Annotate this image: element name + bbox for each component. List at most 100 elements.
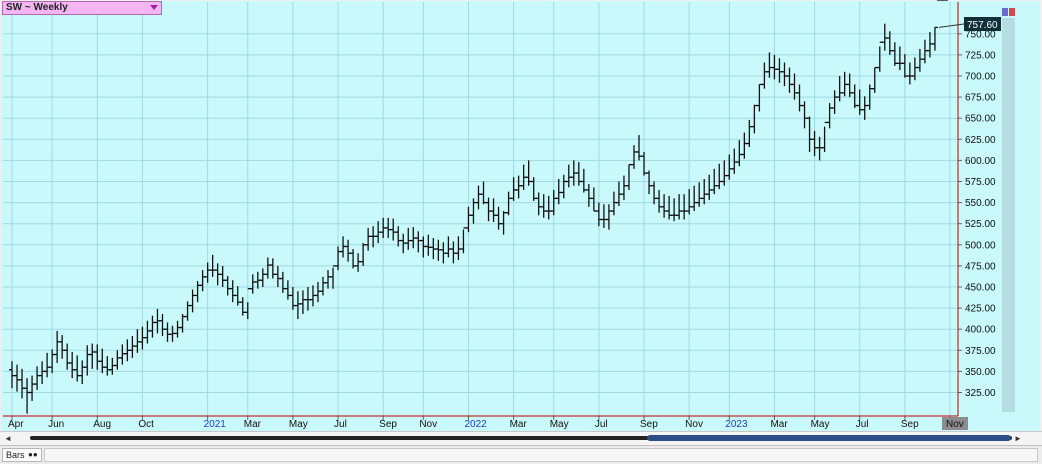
ohlc-bar[interactable] <box>134 329 141 353</box>
ohlc-bar[interactable] <box>846 73 853 98</box>
ohlc-bar[interactable] <box>104 356 111 376</box>
ohlc-bar[interactable] <box>741 132 748 159</box>
ohlc-bar[interactable] <box>395 226 402 247</box>
ohlc-bar[interactable] <box>445 236 452 258</box>
ohlc-bar[interactable] <box>184 301 191 321</box>
ohlc-bar[interactable] <box>731 148 738 174</box>
ohlc-bar[interactable] <box>360 243 367 266</box>
ohlc-bar[interactable] <box>149 315 156 338</box>
ohlc-bar[interactable] <box>54 330 61 363</box>
ohlc-bar[interactable] <box>555 178 562 205</box>
ohlc-bar[interactable] <box>29 375 36 401</box>
ohlc-bar[interactable] <box>129 335 136 358</box>
ohlc-bar[interactable] <box>666 195 673 220</box>
ohlc-bar[interactable] <box>781 62 788 87</box>
ohlc-bar[interactable] <box>164 322 171 342</box>
ohlc-bar[interactable] <box>691 185 698 212</box>
ohlc-bar[interactable] <box>791 73 798 100</box>
ohlc-bar[interactable] <box>279 271 286 293</box>
ohlc-bar[interactable] <box>921 39 928 64</box>
ohlc-bar[interactable] <box>565 164 572 188</box>
scroll-thumb[interactable] <box>647 435 1011 441</box>
ohlc-bar[interactable] <box>39 361 46 385</box>
ohlc-bar[interactable] <box>79 360 86 385</box>
ohlc-bar[interactable] <box>625 163 632 190</box>
ohlc-bar[interactable] <box>9 361 15 389</box>
ohlc-bar[interactable] <box>390 218 397 241</box>
ohlc-bar[interactable] <box>460 227 467 254</box>
ohlc-bar[interactable] <box>726 154 733 180</box>
ohlc-bar[interactable] <box>641 151 648 176</box>
ohlc-bar[interactable] <box>330 265 337 289</box>
ohlc-bar[interactable] <box>49 349 56 374</box>
ohlc-bar[interactable] <box>269 258 276 279</box>
ohlc-bar[interactable] <box>14 364 21 392</box>
ohlc-bar[interactable] <box>94 344 101 370</box>
ohlc-bar[interactable] <box>284 280 291 300</box>
ohlc-bar[interactable] <box>716 163 723 190</box>
ohlc-bar[interactable] <box>891 42 898 66</box>
ohlc-bar[interactable] <box>871 66 878 93</box>
ohlc-bar[interactable] <box>259 268 266 287</box>
ohlc-bar[interactable] <box>510 177 517 201</box>
ohlc-bar[interactable] <box>114 350 121 370</box>
ohlc-bar[interactable] <box>605 204 612 230</box>
ohlc-bar[interactable] <box>530 177 537 201</box>
ohlc-bar[interactable] <box>801 101 808 129</box>
ohlc-bar[interactable] <box>194 281 201 303</box>
ohlc-bar[interactable] <box>646 170 653 195</box>
ohlc-bar[interactable] <box>189 289 196 313</box>
ohlc-bar[interactable] <box>485 197 492 222</box>
ohlc-bar[interactable] <box>405 227 412 250</box>
ohlc-bar[interactable] <box>656 189 663 213</box>
ohlc-bar[interactable] <box>746 119 753 147</box>
ohlc-bar[interactable] <box>610 191 617 216</box>
ohlc-bar[interactable] <box>590 187 597 212</box>
ohlc-bar[interactable] <box>736 140 743 167</box>
ohlc-bar[interactable] <box>69 351 76 379</box>
ohlc-bar[interactable] <box>249 274 256 294</box>
horizontal-scrollbar[interactable]: ◄ ► <box>0 431 1042 445</box>
ohlc-bar[interactable] <box>59 335 66 359</box>
ohlc-bar[interactable] <box>325 270 332 289</box>
ohlc-bar[interactable] <box>335 246 342 271</box>
ohlc-bar[interactable] <box>806 116 813 152</box>
ohlc-bar[interactable] <box>886 31 893 55</box>
ohlc-bar[interactable] <box>851 84 858 109</box>
ohlc-bar[interactable] <box>630 145 637 169</box>
ohlc-bar[interactable] <box>681 194 688 220</box>
ohlc-bar[interactable] <box>159 314 166 336</box>
ohlc-bar[interactable] <box>671 198 678 222</box>
ohlc-bar[interactable] <box>831 90 838 114</box>
ohlc-bar[interactable] <box>74 355 81 382</box>
ohlc-bar[interactable] <box>24 378 31 414</box>
ohlc-bar[interactable] <box>294 291 301 320</box>
scroll-left-icon[interactable]: ◄ <box>4 434 12 443</box>
ohlc-bar[interactable] <box>289 287 296 310</box>
ohlc-bar[interactable] <box>821 121 828 152</box>
ohlc-bar[interactable] <box>515 175 522 199</box>
ohlc-bar[interactable] <box>796 84 803 112</box>
scroll-right-icon[interactable]: ► <box>1014 434 1022 443</box>
ohlc-bar[interactable] <box>495 206 502 230</box>
ohlc-bar[interactable] <box>480 181 487 205</box>
ohlc-bar[interactable] <box>901 54 908 78</box>
ohlc-bar[interactable] <box>651 181 658 205</box>
ohlc-bar[interactable] <box>926 32 933 58</box>
settings-icon[interactable] <box>1002 8 1008 16</box>
ohlc-bar[interactable] <box>500 211 507 235</box>
ohlc-bar[interactable] <box>89 343 96 369</box>
ohlc-bar[interactable] <box>896 46 903 71</box>
ohlc-bar[interactable] <box>595 202 602 227</box>
ohlc-bar[interactable] <box>119 344 126 365</box>
ohlc-bar[interactable] <box>365 227 372 251</box>
ohlc-bar[interactable] <box>490 198 497 223</box>
ohlc-bar[interactable] <box>229 280 236 303</box>
ohlc-bar[interactable] <box>856 89 863 115</box>
ohlc-bar[interactable] <box>64 343 71 370</box>
ohlc-bar[interactable] <box>776 58 783 83</box>
ohlc-bar[interactable] <box>475 185 482 210</box>
ohlc-bar[interactable] <box>535 192 542 216</box>
chart-canvas[interactable]: 325.00 350.00 375.00 400.00 425.00 450.00 475.… <box>0 0 1042 432</box>
ohlc-bar[interactable] <box>34 366 41 390</box>
